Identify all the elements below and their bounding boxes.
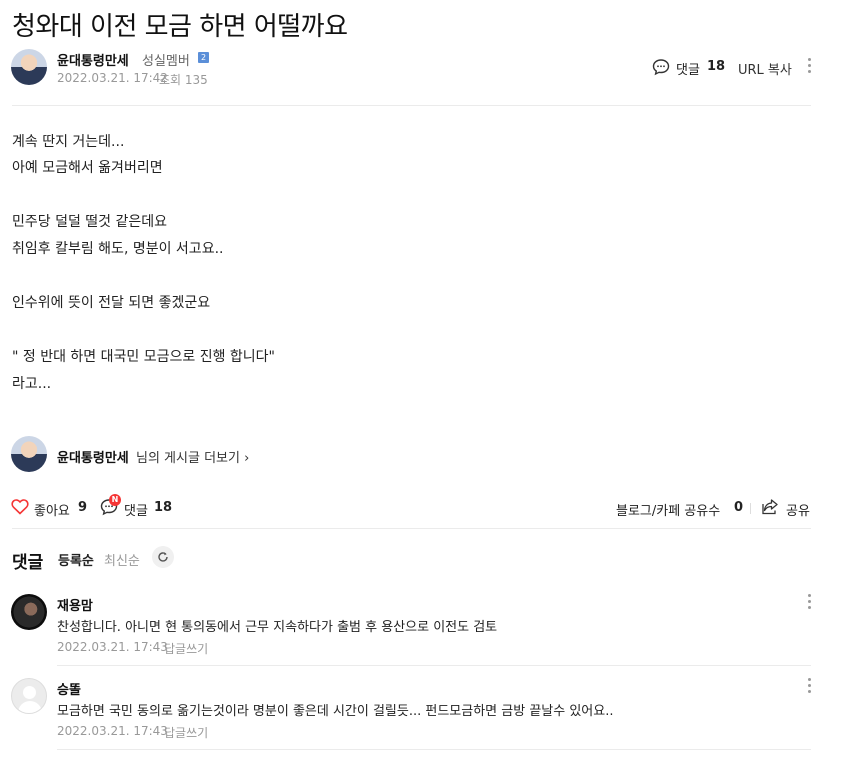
- more-posts-avatar[interactable]: [11, 436, 47, 472]
- author-level: 성실멤버: [142, 54, 190, 69]
- post-views: 조회 135: [159, 73, 208, 87]
- action-separator: [750, 503, 751, 514]
- comment-divider: [57, 749, 811, 750]
- sort-registered-tab[interactable]: 등록순: [58, 550, 94, 569]
- heart-icon[interactable]: [11, 498, 29, 515]
- share-count-label: 블로그/카페 공유수: [616, 504, 721, 519]
- refresh-button[interactable]: [152, 546, 174, 568]
- reply-button[interactable]: 답글쓰기: [164, 724, 208, 741]
- more-vertical-icon[interactable]: [807, 678, 811, 694]
- header-divider: [12, 105, 811, 106]
- author-avatar[interactable]: [11, 49, 47, 85]
- comment-text: 모금하면 국민 동의로 옮기는것이라 명분이 좋은데 시간이 걸릴듯... 펀드…: [57, 704, 614, 719]
- more-posts-link[interactable]: 님의 게시글 더보기 ›: [136, 447, 249, 466]
- body-line: 라고...: [12, 376, 52, 392]
- body-line: 아예 모금해서 옮겨버리면: [12, 160, 163, 176]
- comments-title: 댓글: [12, 553, 44, 573]
- comment-divider: [57, 665, 811, 666]
- comment-text: 찬성합니다. 아니면 현 통의동에서 근무 지속하다가 출범 후 용산으로 이전…: [57, 620, 498, 635]
- comment-author[interactable]: 승똘: [57, 679, 81, 698]
- share-label[interactable]: 공유: [786, 500, 810, 519]
- like-count[interactable]: 9: [78, 500, 87, 515]
- more-vertical-icon[interactable]: [807, 58, 811, 74]
- body-line: 계속 딴지 거는데...: [12, 134, 125, 150]
- body-line: 인수위에 뜻이 전달 되면 좋겠군요: [12, 295, 211, 311]
- post-date: 2022.03.21. 17:42: [57, 71, 168, 85]
- body-line: 취임후 칼부림 해도, 명분이 서고요..: [12, 241, 224, 257]
- header-comment-label[interactable]: 댓글: [676, 59, 700, 78]
- comment-date: 2022.03.21. 17:43: [57, 724, 168, 738]
- bottom-comment-label[interactable]: 댓글: [124, 500, 148, 519]
- comment-avatar[interactable]: [11, 678, 47, 714]
- like-label[interactable]: 좋아요: [34, 500, 70, 519]
- share-count: 0: [734, 500, 744, 515]
- refresh-icon: [158, 552, 168, 562]
- post-title: 청와대 이전 모금 하면 어떨까요: [12, 12, 348, 42]
- url-copy-button[interactable]: URL 복사: [738, 59, 792, 78]
- comment-avatar[interactable]: [11, 594, 47, 630]
- author-name[interactable]: 윤대통령만세: [57, 50, 129, 69]
- comment-author[interactable]: 재용맘: [57, 595, 93, 614]
- reply-button[interactable]: 답글쓰기: [164, 640, 208, 657]
- sort-latest-tab[interactable]: 최신순: [104, 550, 140, 569]
- comment-date: 2022.03.21. 17:43: [57, 640, 168, 654]
- body-line: 민주당 덜덜 떨것 같은데요: [12, 214, 168, 230]
- header-comment-count[interactable]: 18: [707, 59, 725, 74]
- share-icon[interactable]: [761, 498, 779, 515]
- new-badge: N: [109, 494, 121, 506]
- more-posts-author[interactable]: 윤대통령만세: [57, 447, 129, 466]
- level-badge: 2: [198, 52, 209, 63]
- bottom-comment-count[interactable]: 18: [154, 500, 172, 515]
- actions-divider: [12, 528, 811, 529]
- comment-icon[interactable]: [652, 58, 670, 76]
- body-line: " 정 반대 하면 대국민 모금으로 진행 합니다": [12, 349, 275, 365]
- more-vertical-icon[interactable]: [807, 594, 811, 610]
